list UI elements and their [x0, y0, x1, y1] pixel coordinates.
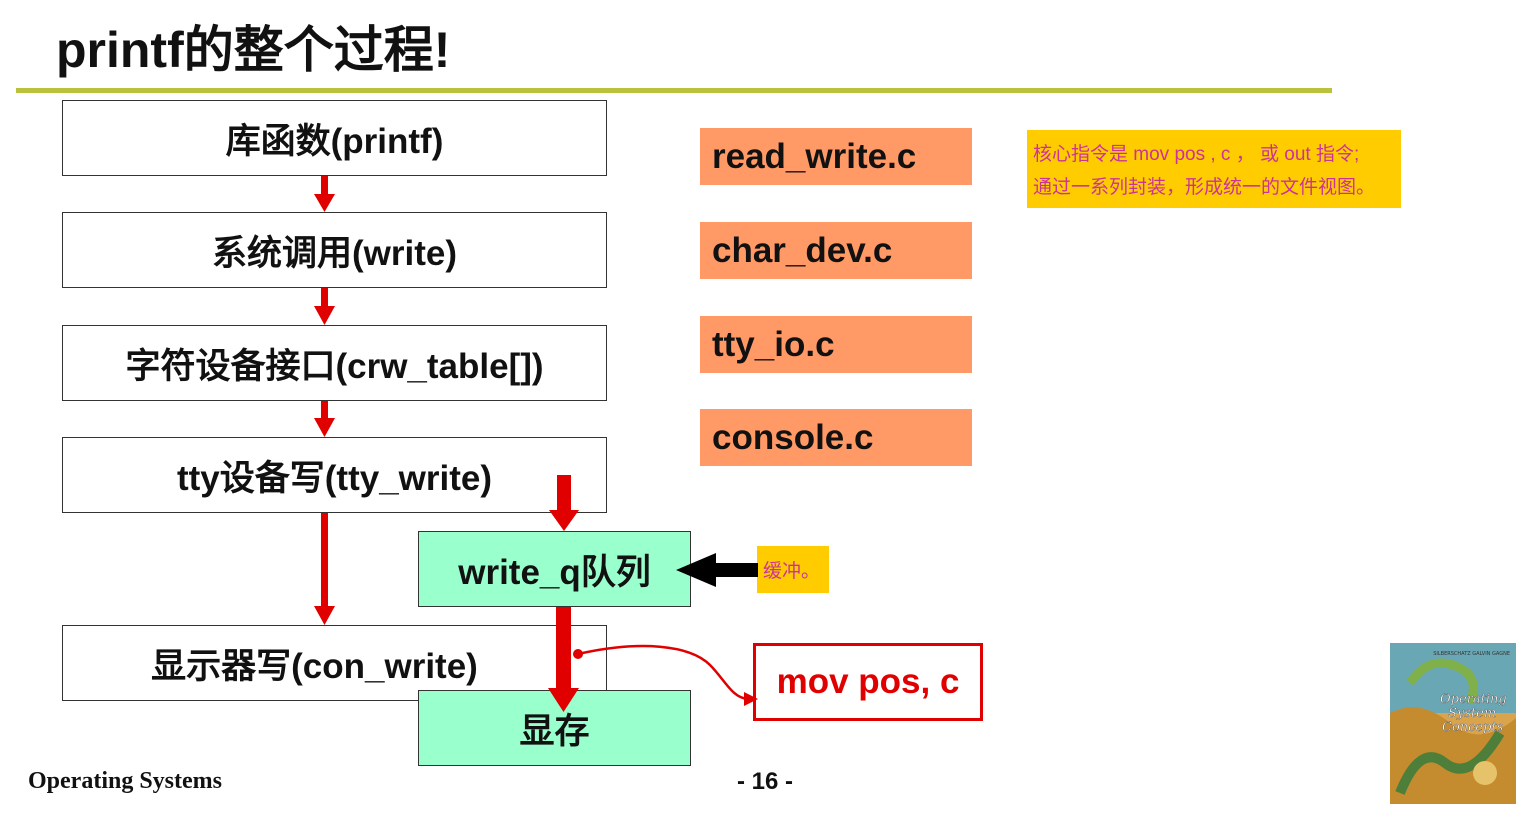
page-title: printf的整个过程!	[56, 22, 451, 78]
mov-instruction-label: mov pos, c	[776, 662, 960, 701]
flow-step-system-call: 系统调用(write)	[62, 212, 607, 288]
course-name: Operating Systems	[28, 768, 222, 794]
core-note-line-2: 通过一系列封装，形成统一的文件视图。	[1033, 177, 1376, 198]
flow-step-label: 字符设备接口(crw_table[])	[125, 346, 544, 386]
file-tty-io: tty_io.c	[700, 316, 972, 373]
mov-instruction-box: mov pos, c	[753, 643, 983, 721]
flow-step-label: 系统调用(write)	[211, 233, 457, 273]
down-arrow-1	[314, 176, 335, 212]
title-underline	[16, 88, 1332, 93]
book-title-line-3: Concepts	[1442, 720, 1504, 735]
page-number: - 16 -	[737, 768, 794, 795]
book-authors: SILBERSCHATZ GALVIN GAGNE	[1433, 651, 1510, 657]
book-title-line-2: System	[1448, 706, 1496, 721]
write-queue-box: write_q队列	[418, 531, 691, 607]
file-label: char_dev.c	[712, 230, 893, 270]
write-queue-label: write_q队列	[458, 552, 651, 592]
core-instruction-note: 核心指令是 mov pos , c ， 或 out 指令; 通过一系列封装，形成…	[1027, 130, 1401, 208]
core-note-line-1: 核心指令是 mov pos , c ， 或 out 指令;	[1033, 144, 1360, 165]
flow-step-char-device-interface: 字符设备接口(crw_table[])	[62, 325, 607, 401]
down-arrow-2	[314, 288, 335, 325]
book-cover-image: SILBERSCHATZ GALVIN GAGNE Operating Syst…	[1390, 643, 1516, 804]
flow-step-label: tty设备写(tty_write)	[176, 458, 493, 498]
flow-step-label: 库函数(printf)	[225, 121, 444, 161]
flow-step-tty-write: tty设备写(tty_write)	[62, 437, 607, 513]
book-title-line-1: Operating	[1440, 692, 1507, 707]
buffer-note: 缓冲。	[757, 546, 829, 593]
file-read-write: read_write.c	[700, 128, 972, 185]
video-memory-box: 显存	[418, 690, 691, 766]
down-arrow-4	[314, 513, 335, 625]
file-label: tty_io.c	[712, 324, 835, 364]
file-console: console.c	[700, 409, 972, 466]
video-memory-label: 显存	[519, 711, 590, 751]
flow-step-library-function: 库函数(printf)	[62, 100, 607, 176]
down-arrow-3	[314, 401, 335, 437]
file-label: console.c	[712, 417, 874, 457]
buffer-note-label: 缓冲。	[763, 561, 821, 582]
file-char-dev: char_dev.c	[700, 222, 972, 279]
flow-step-label: 显示器写(con_write)	[151, 646, 478, 686]
file-label: read_write.c	[712, 136, 917, 176]
